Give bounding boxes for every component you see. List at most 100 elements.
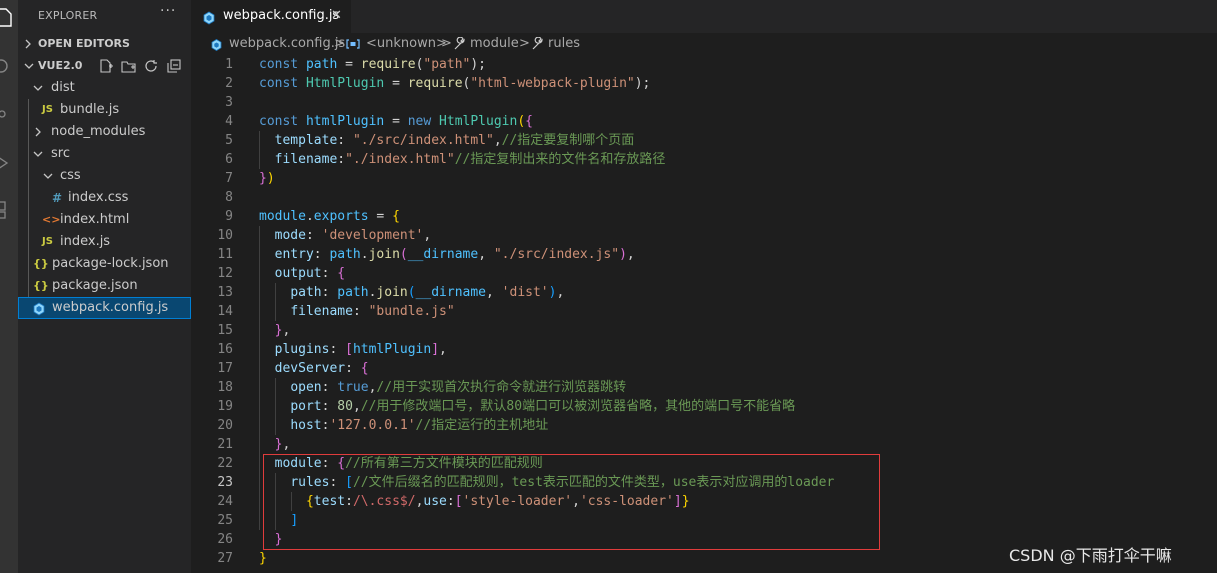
code-token: } (259, 551, 267, 566)
files-icon[interactable] (0, 6, 18, 28)
code-token: new (407, 114, 440, 129)
code-text: host:'127.0.0.1'//指定运行的主机地址 (259, 416, 548, 435)
code-line[interactable]: 22 module: {//所有第三方文件模块的匹配规则 (191, 454, 1217, 473)
tree-item-src[interactable]: src (18, 143, 191, 165)
code-line[interactable]: 23 rules: [//文件后缀名的匹配规则，test表示匹配的文件类型，us… (191, 473, 1217, 492)
code-token: , (282, 323, 291, 338)
tree-item-index-html[interactable]: <> index.html (18, 209, 191, 231)
tree-item-label: package.json (52, 278, 138, 293)
tab-webpack-config-js[interactable]: webpack.config.js ✕ (191, 0, 351, 33)
code-token: require (407, 76, 463, 91)
code-line[interactable]: 9 module.exports = { (191, 207, 1217, 226)
code-line[interactable]: 19 port: 80,//用于修改端口号，默认80端口可以被浏览器省略，其他的… (191, 397, 1217, 416)
code-token: } (681, 494, 690, 509)
code-line[interactable]: 2 const HtmlPlugin = require("html-webpac… (191, 74, 1217, 93)
code-token: htmlPlugin (305, 114, 385, 129)
code-line[interactable]: 17 devServer: { (191, 359, 1217, 378)
code-line[interactable]: 25 ] (191, 511, 1217, 530)
code-token: 'style-loader' (462, 494, 573, 509)
close-icon[interactable]: ✕ (331, 8, 342, 23)
code-token: ] (290, 513, 299, 528)
line-number: 21 (217, 437, 233, 452)
code-editor[interactable]: 1 const path = require("path"); 2 const Htm… (191, 55, 1217, 573)
code-line[interactable]: 3 (191, 93, 1217, 112)
tree-item-index-css[interactable]: # index.css (18, 187, 191, 209)
breadcrumb-item-unknown[interactable]: <unknown> (366, 36, 447, 51)
code-token: path (337, 285, 369, 300)
workspace-section[interactable]: VUE2.0 (18, 55, 191, 77)
collapse-all-icon[interactable] (167, 59, 183, 73)
code-token: module (274, 456, 322, 471)
workspace-label: VUE2.0 (38, 59, 83, 72)
code-line[interactable]: 18 open: true,//用于实现首次执行命令就进行浏览器跳转 (191, 378, 1217, 397)
code-token: } (274, 532, 283, 547)
tree-item-package-json[interactable]: {} package.json (18, 275, 191, 297)
run-debug-icon[interactable] (0, 152, 18, 174)
code-line[interactable]: 21 }, (191, 435, 1217, 454)
code-line[interactable]: 12 output: { (191, 264, 1217, 283)
code-line[interactable]: 7}) (191, 169, 1217, 188)
code-text: {test:/\.css$/,use:['style-loader','css-… (259, 492, 690, 511)
code-token: "./src/index.js" (493, 247, 620, 262)
line-number: 5 (225, 133, 233, 148)
breadcrumb-item-file[interactable]: webpack.config.js (229, 36, 345, 51)
code-line[interactable]: 20 host:'127.0.0.1'//指定运行的主机地址 (191, 416, 1217, 435)
refresh-icon[interactable] (144, 59, 160, 73)
code-text: const HtmlPlugin = require("html-webpack… (259, 74, 650, 93)
code-token: true (337, 380, 369, 395)
breadcrumb-item-rules[interactable]: rules (548, 36, 580, 51)
code-line[interactable]: 1 const path = require("path"); (191, 55, 1217, 74)
code-line[interactable]: 15 }, (191, 321, 1217, 340)
code-line[interactable]: 4 const htmlPlugin = new HtmlPlugin({ (191, 112, 1217, 131)
tree-item-index-js[interactable]: JS index.js (18, 231, 191, 253)
code-text: const htmlPlugin = new HtmlPlugin({ (259, 112, 533, 131)
code-line[interactable]: 8 (191, 188, 1217, 207)
code-text: template: "./src/index.html",//指定要复制哪个页面 (259, 131, 635, 150)
chevron-down-icon (23, 55, 35, 77)
code-token: "./src/index.html" (352, 133, 494, 148)
tree-item-package-lock-json[interactable]: {} package-lock.json (18, 253, 191, 275)
code-token: host (290, 418, 322, 433)
new-folder-icon[interactable] (121, 59, 137, 73)
code-token: ) (266, 171, 275, 186)
code-token: ] (673, 494, 682, 509)
code-token: : (329, 475, 346, 490)
code-token: "./index.html" (345, 152, 455, 167)
code-line[interactable]: 13 path: path.join(__dirname, 'dist'), (191, 283, 1217, 302)
code-token: { (337, 456, 346, 471)
new-file-icon[interactable] (98, 59, 114, 73)
code-line[interactable]: 11 entry: path.join(__dirname, "./src/in… (191, 245, 1217, 264)
code-token: port (290, 399, 322, 414)
line-number: 27 (217, 551, 233, 566)
tree-item-webpack-config-js[interactable]: webpack.config.js (18, 297, 191, 319)
code-line[interactable]: 16 plugins: [htmlPlugin], (191, 340, 1217, 359)
code-text: mode: 'development', (259, 226, 432, 245)
code-line[interactable]: 6 filename:"./index.html"//指定复制出来的文件名和存放… (191, 150, 1217, 169)
tree-item-node-modules[interactable]: node_modules (18, 121, 191, 143)
tree-item-dist[interactable]: dist (18, 77, 191, 99)
code-token: const (259, 57, 306, 72)
webpack-file-icon (33, 297, 45, 319)
tree-item-bundle-js[interactable]: JS bundle.js (18, 99, 191, 121)
source-control-icon[interactable] (0, 100, 18, 122)
code-line[interactable]: 14 filename: "bundle.js" (191, 302, 1217, 321)
more-actions-icon[interactable]: ··· (160, 3, 176, 19)
code-line[interactable]: 10 mode: 'development', (191, 226, 1217, 245)
code-token: /\.css$/ (352, 494, 416, 509)
code-token: join (368, 247, 400, 262)
search-icon[interactable] (0, 56, 18, 78)
open-editors-section[interactable]: OPEN EDITORS (18, 33, 191, 55)
code-line[interactable]: 5 template: "./src/index.html",//指定要复制哪个… (191, 131, 1217, 150)
breadcrumb-item-module[interactable]: module (470, 36, 519, 51)
webpack-file-icon (211, 39, 222, 55)
extensions-icon[interactable] (0, 198, 18, 220)
tree-item-css[interactable]: css (18, 165, 191, 187)
line-number: 8 (225, 190, 233, 205)
code-text: filename: "bundle.js" (259, 302, 454, 321)
code-line[interactable]: 24 {test:/\.css$/,use:['style-loader','c… (191, 492, 1217, 511)
